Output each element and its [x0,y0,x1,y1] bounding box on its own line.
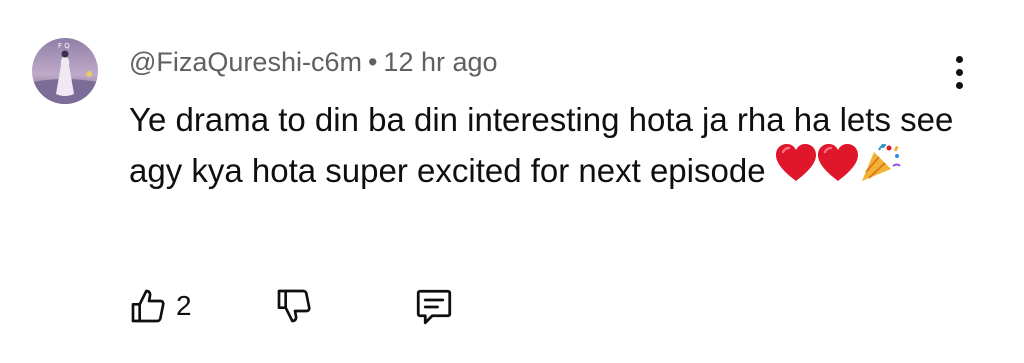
comment-text: Ye drama to din ba din interesting hota … [129,94,989,198]
red-heart-icon [775,143,817,197]
reply-button[interactable] [412,286,456,328]
comment-icon [416,289,452,325]
svg-text:F Q: F Q [58,42,70,50]
more-vertical-icon-dot [955,68,963,76]
author-name[interactable]: @FizaQureshi-c6m [129,47,362,77]
thumbs-down-icon [277,289,311,323]
comment-header: @FizaQureshi-c6m • 12 hr ago [129,44,498,80]
separator-dot: • [367,47,378,77]
avatar[interactable]: F Q [32,38,98,104]
like-count: 2 [176,290,192,321]
more-options-button[interactable] [944,50,974,94]
dislike-button[interactable] [274,286,314,326]
more-vertical-icon [955,55,963,63]
red-heart-icon [817,143,859,197]
more-vertical-icon-dot [955,81,963,89]
timestamp: 12 hr ago [383,47,498,77]
like-button[interactable]: 2 [128,286,192,326]
thumbs-up-icon [131,289,165,323]
party-popper-icon [859,142,903,198]
